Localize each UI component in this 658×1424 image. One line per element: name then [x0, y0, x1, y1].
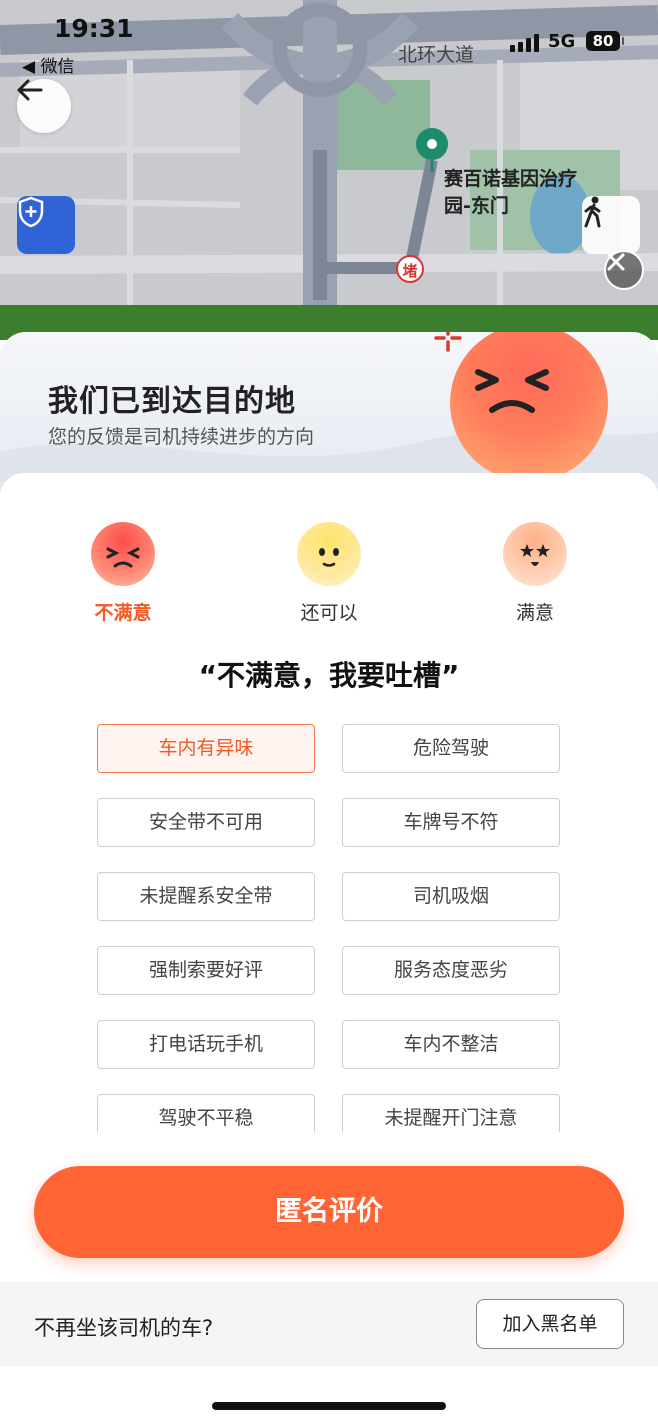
anonymous-submit-button[interactable]: 匿名评价: [34, 1166, 624, 1258]
angry-face-icon: [91, 522, 155, 586]
home-indicator[interactable]: [212, 1402, 446, 1410]
status-bar: 19:31 ◀ 微信 5G 80: [0, 0, 658, 80]
blacklist-question: 不再坐该司机的车?: [34, 1316, 214, 1340]
tag-option[interactable]: 未提醒开门注意: [342, 1094, 560, 1132]
tag-option[interactable]: 司机吸烟: [342, 872, 560, 921]
tag-option[interactable]: 车内有异味: [97, 724, 315, 773]
close-button[interactable]: [604, 250, 644, 290]
neutral-face-icon: [297, 522, 361, 586]
walk-navigation-button[interactable]: [582, 196, 640, 254]
complaint-prompt: “不满意，我要吐槽”: [198, 659, 460, 692]
back-to-app-link[interactable]: ◀ 微信: [22, 52, 74, 77]
safety-button[interactable]: [17, 196, 75, 254]
tag-option[interactable]: 危险驾驶: [342, 724, 560, 773]
close-icon: [607, 253, 625, 271]
sheet-subtitle: 您的反馈是司机持续进步的方向: [48, 426, 315, 448]
mood-okay[interactable]: 还可以: [269, 522, 389, 625]
tag-option[interactable]: 强制索要好评: [97, 946, 315, 995]
complaint-tags: 车内有异味 危险驾驶 安全带不可用 车牌号不符 未提醒系安全带 司机吸烟 强制索…: [97, 724, 563, 1132]
congestion-icon: 堵: [396, 255, 424, 283]
tag-option[interactable]: 车内不整洁: [342, 1020, 560, 1069]
mood-label: 满意: [515, 602, 554, 624]
rating-sheet: 我们已到达目的地 您的反馈是司机持续进步的方向 不满意 还可以 满意 “不满意，…: [0, 332, 658, 1292]
tag-option[interactable]: 服务态度恶劣: [342, 946, 560, 995]
tag-option[interactable]: 未提醒系安全带: [97, 872, 315, 921]
shield-icon: [18, 196, 44, 228]
star-eyes-face-icon: [503, 522, 567, 586]
walking-person-icon: [584, 196, 601, 228]
blacklist-bar: 不再坐该司机的车? 加入黑名单: [0, 1282, 658, 1366]
mood-satisfied[interactable]: 满意: [475, 522, 595, 625]
sheet-title: 我们已到达目的地: [48, 384, 296, 419]
back-button[interactable]: [17, 79, 71, 133]
tag-option[interactable]: 安全带不可用: [97, 798, 315, 847]
mood-label: 不满意: [94, 602, 152, 624]
battery-icon: 80: [586, 31, 624, 51]
network-type: 5G: [548, 31, 576, 52]
road-label: 北环大道: [398, 44, 475, 66]
angry-face-icon: [450, 332, 608, 482]
add-to-blacklist-button[interactable]: 加入黑名单: [476, 1299, 624, 1349]
destination-label: 赛百诺基因治疗 园-东门: [444, 168, 578, 217]
mood-unsatisfied[interactable]: 不满意: [63, 522, 183, 625]
map-view[interactable]: 19:31 ◀ 微信 5G 80 北环大道 赛百诺基因治疗 园-东门 堵: [0, 0, 658, 340]
mood-label: 还可以: [300, 602, 358, 624]
arrow-left-icon: [17, 79, 43, 101]
tag-option[interactable]: 车牌号不符: [342, 798, 560, 847]
signal-icon: [510, 34, 540, 52]
tag-option[interactable]: 打电话玩手机: [97, 1020, 315, 1069]
status-time: 19:31: [54, 14, 134, 43]
tag-option[interactable]: 驾驶不平稳: [97, 1094, 315, 1132]
